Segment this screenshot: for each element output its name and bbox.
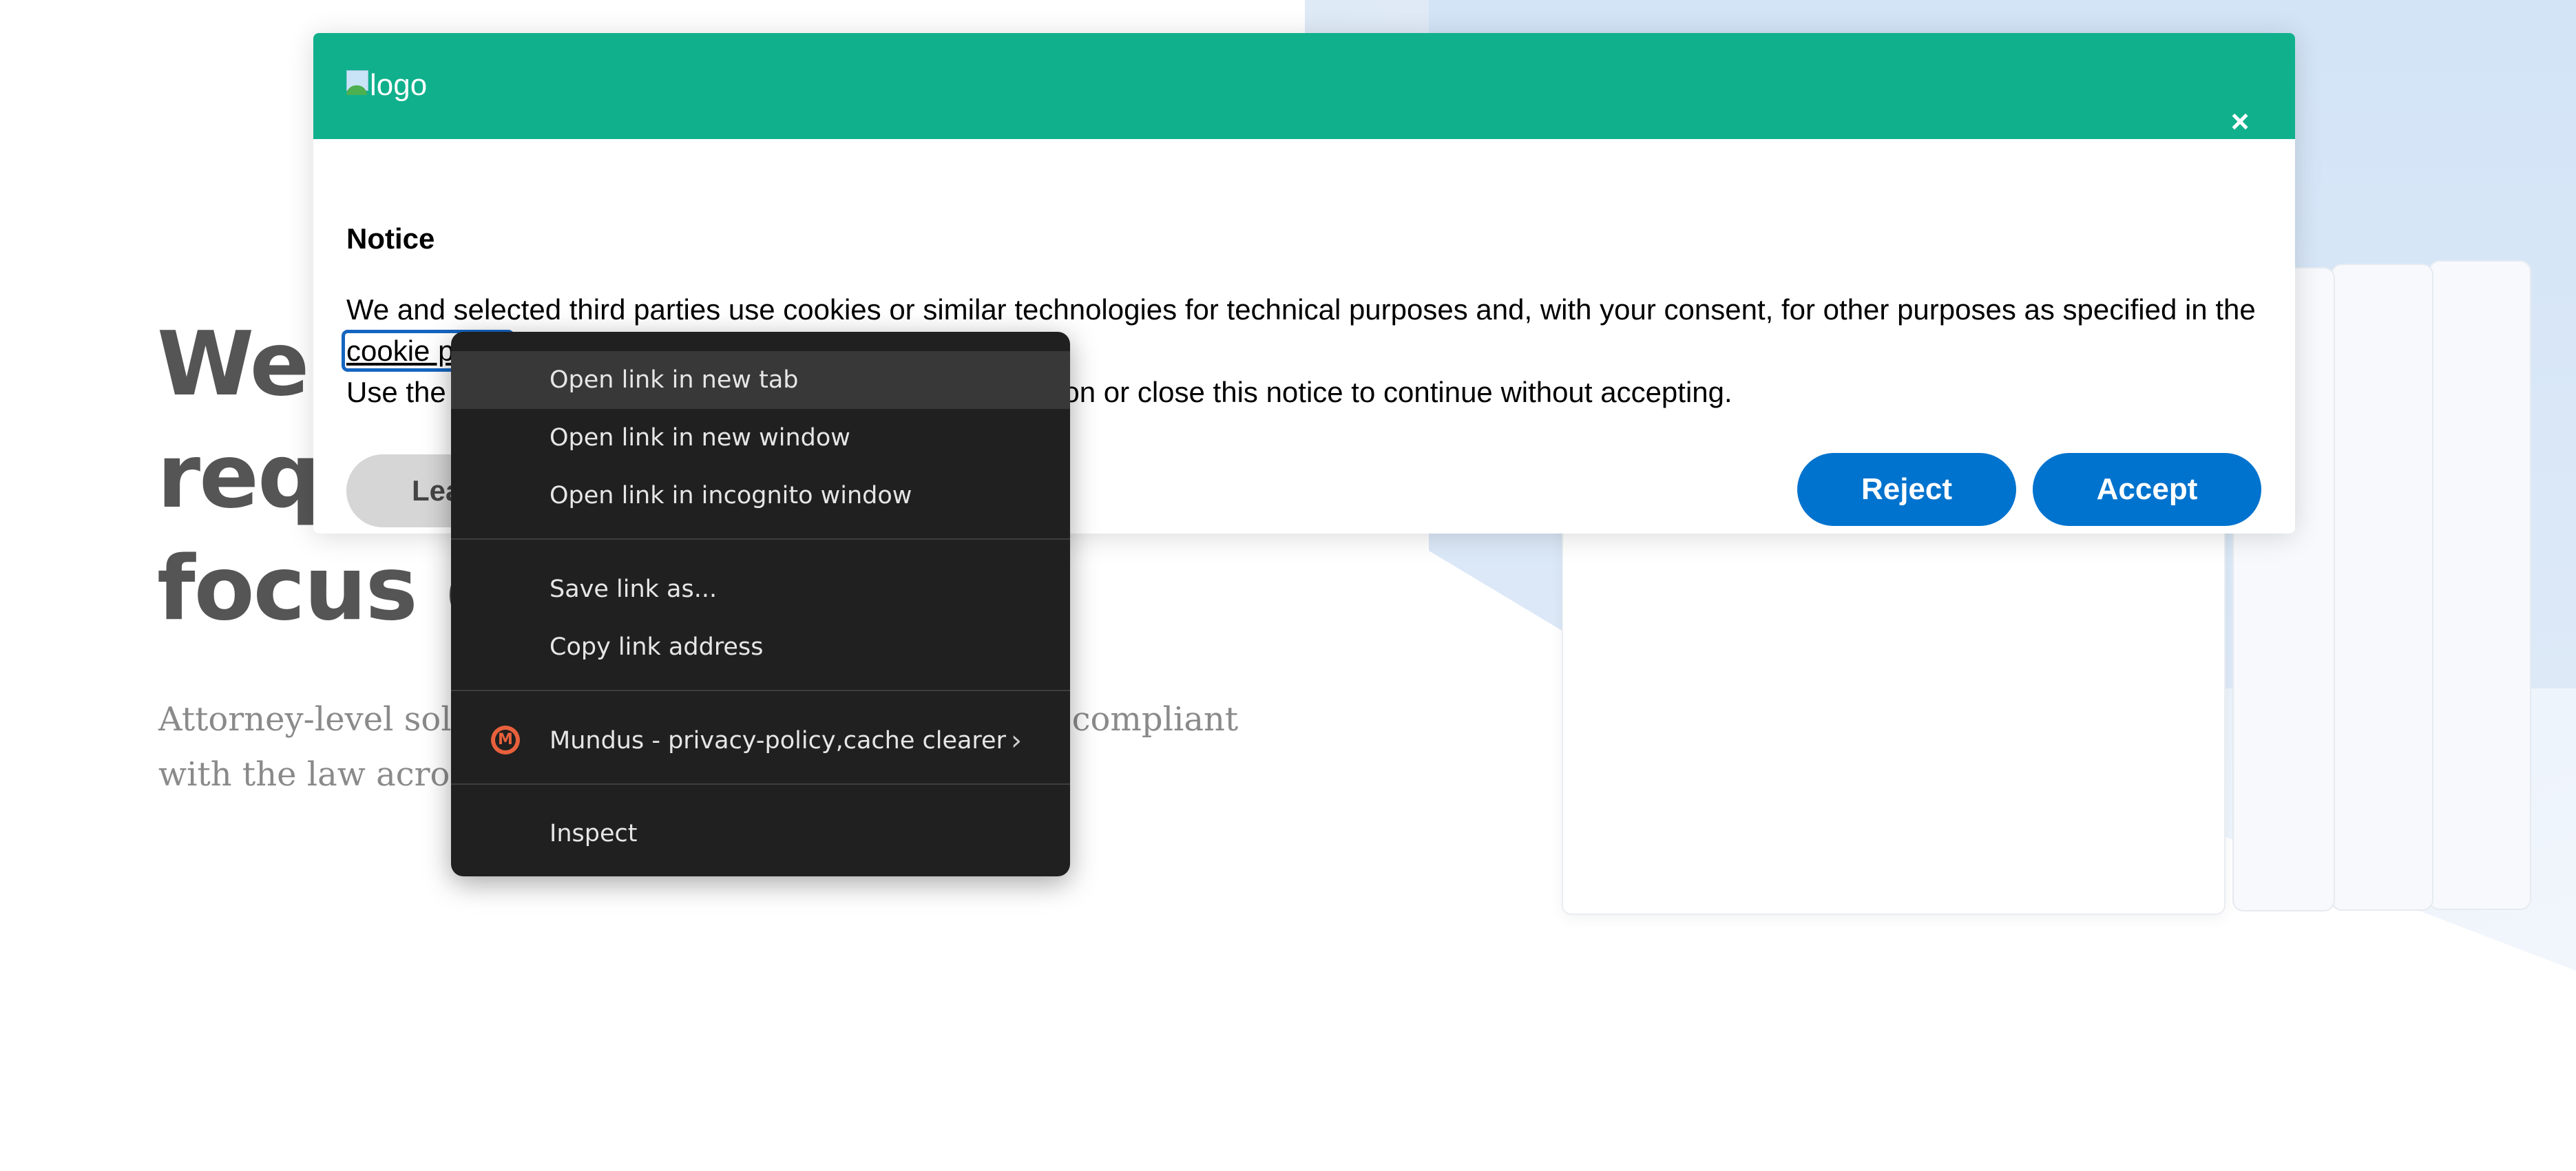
- menu-item-open-incognito[interactable]: Open link in incognito window: [451, 467, 1070, 525]
- menu-separator: [451, 690, 1070, 691]
- logo: logo: [346, 66, 427, 105]
- menu-item-open-new-window[interactable]: Open link in new window: [451, 409, 1070, 467]
- notice-text: We and selected third parties use cookie…: [346, 293, 2256, 326]
- notice-title: Notice: [346, 222, 435, 255]
- hero-subtitle-fragment: Attorney-level solu: [158, 700, 473, 739]
- notice-text: Use the: [346, 376, 446, 408]
- menu-separator: [451, 538, 1070, 540]
- menu-item-label: Mundus - privacy-policy,cache clearer: [549, 727, 1006, 755]
- menu-item-open-new-tab[interactable]: Open link in new tab: [451, 351, 1070, 409]
- menu-item-copy-link[interactable]: Copy link address: [451, 618, 1070, 676]
- context-menu: Open link in new tab Open link in new wi…: [451, 332, 1070, 876]
- menu-item-inspect[interactable]: Inspect: [451, 805, 1070, 863]
- close-icon[interactable]: ×: [2226, 105, 2254, 137]
- menu-item-mundus-extension[interactable]: M Mundus - privacy-policy,cache clearer …: [451, 712, 1070, 770]
- page: We requ focus o Attorney-level solu compl…: [0, 0, 2576, 1171]
- preview-card: [1562, 509, 2226, 915]
- stacked-card: [2429, 260, 2531, 910]
- menu-separator: [451, 783, 1070, 785]
- logo-alt-text: logo: [370, 68, 428, 102]
- dialog-header: logo ×: [313, 33, 2295, 139]
- reject-button[interactable]: Reject: [1797, 453, 2016, 526]
- mundus-extension-icon: M: [491, 726, 520, 755]
- menu-item-save-link[interactable]: Save link as...: [451, 560, 1070, 618]
- hero-subtitle-fragment: compliant: [1071, 700, 1239, 739]
- chevron-right-icon: ›: [1011, 725, 1022, 757]
- broken-image-icon: [346, 70, 368, 101]
- notice-text: ton or close this notice to continue wit…: [1055, 376, 1732, 408]
- accept-button[interactable]: Accept: [2033, 453, 2261, 526]
- stacked-card: [2331, 264, 2433, 911]
